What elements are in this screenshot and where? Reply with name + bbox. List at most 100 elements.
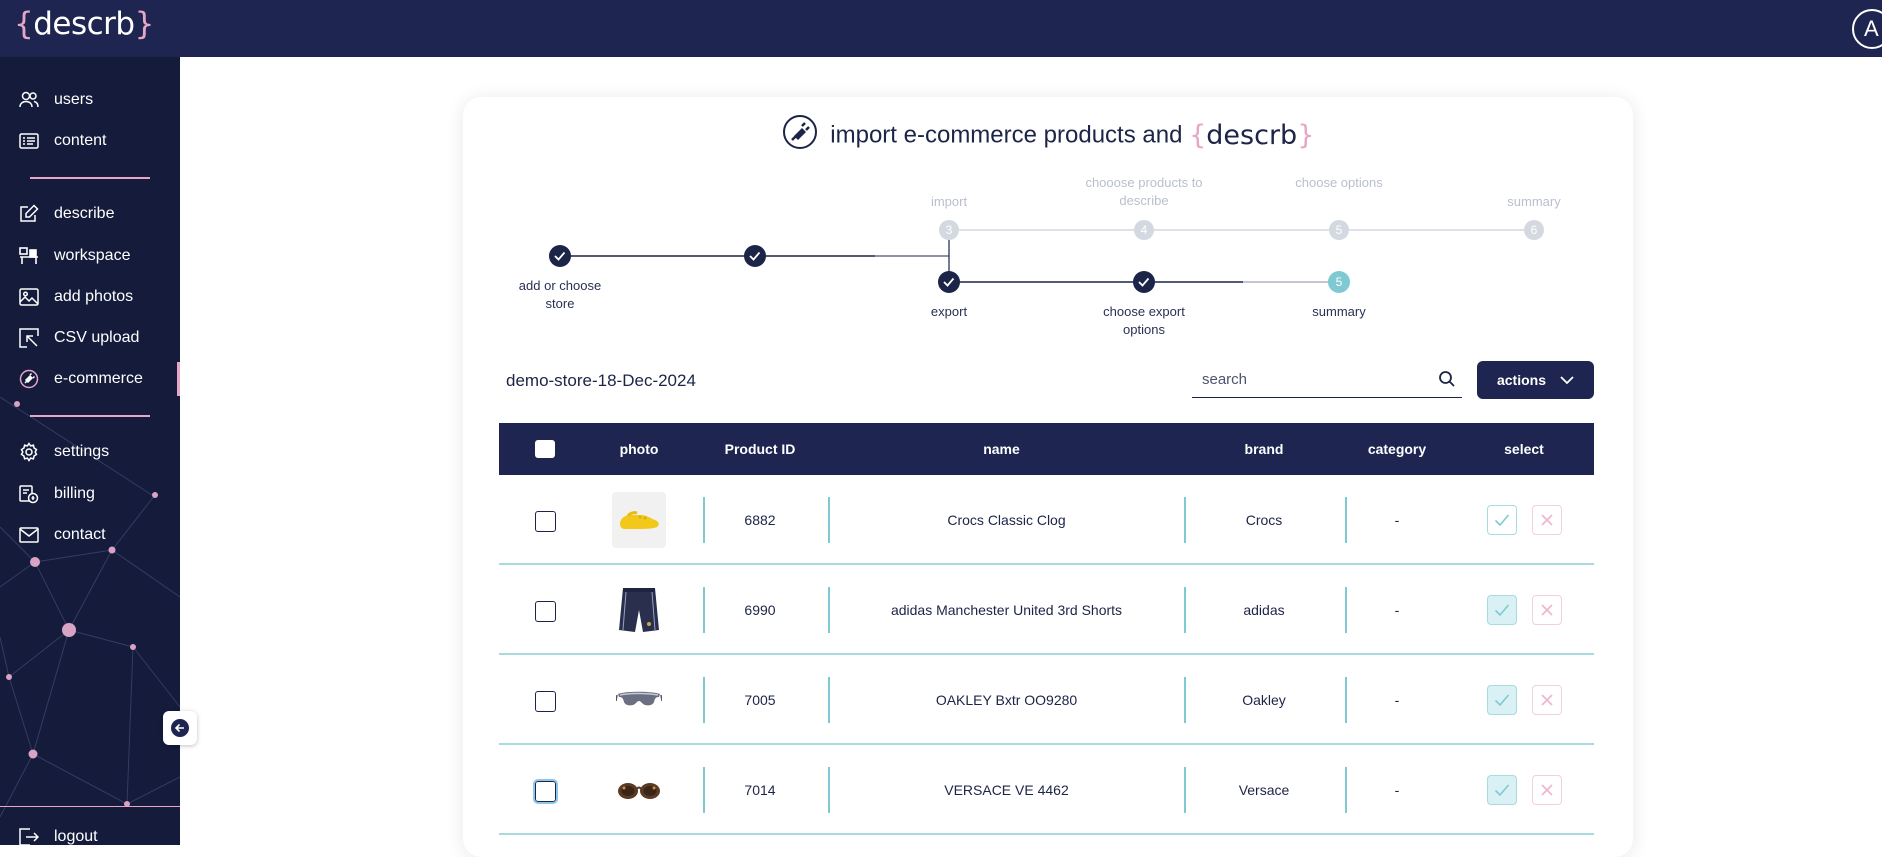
product-brand: Oakley — [1242, 692, 1286, 708]
product-brand: Crocs — [1245, 512, 1283, 528]
sidebar-item-label: describe — [54, 205, 115, 222]
workspace-icon — [18, 245, 40, 267]
sidebar-item-contact[interactable]: contact — [0, 518, 180, 552]
sidebar-item-label: contact — [54, 526, 106, 543]
plug-icon — [18, 368, 40, 390]
user-avatar[interactable]: A — [1852, 9, 1882, 49]
image-icon — [18, 286, 40, 308]
sidebar-item-e-commerce[interactable]: e-commerce — [0, 362, 180, 396]
sidebar-divider — [30, 177, 150, 179]
product-photo — [612, 762, 666, 818]
product-category: - — [1394, 692, 1400, 708]
top-bar: {descrb} A — [0, 0, 1882, 57]
actions-label: actions — [1496, 372, 1546, 388]
actions-dropdown-button[interactable]: actions — [1477, 361, 1594, 399]
product-category: - — [1394, 512, 1400, 528]
table-row[interactable]: 6882 Crocs Classic Clog Crocs - — [499, 475, 1594, 565]
collapse-sidebar-button[interactable] — [163, 711, 197, 745]
row-checkbox[interactable] — [533, 779, 558, 804]
close-icon — [1541, 514, 1553, 526]
gear-icon — [18, 441, 40, 463]
check-icon — [1494, 514, 1510, 527]
step-number: 5 — [1336, 223, 1343, 237]
product-id: 6990 — [744, 602, 776, 618]
row-checkbox[interactable] — [535, 601, 556, 622]
step-label: summary — [1507, 194, 1561, 209]
table-row[interactable]: 6990 adidas Manchester United 3rd Shorts… — [499, 565, 1594, 655]
step-label: choose export options — [1103, 304, 1185, 337]
sidebar-divider — [0, 806, 180, 807]
column-header-product-id: Product ID — [724, 441, 796, 457]
table-row[interactable]: 7005 OAKLEY Bxtr OO9280 Oakley - — [499, 655, 1594, 745]
sidebar-item-billing[interactable]: billing — [0, 477, 180, 511]
select-approve-button[interactable] — [1487, 505, 1517, 535]
step-label: summary — [1312, 304, 1366, 319]
content-list-icon — [18, 130, 40, 152]
select-approve-button[interactable] — [1487, 685, 1517, 715]
step-label: export — [930, 304, 968, 319]
chevron-down-icon — [1560, 375, 1574, 384]
column-header-brand: brand — [1244, 441, 1284, 457]
search-field — [1192, 364, 1462, 398]
import-card: import e-commerce products and {descrb} … — [463, 97, 1633, 857]
product-id: 7014 — [744, 782, 776, 798]
product-name: VERSACE VE 4462 — [944, 782, 1069, 798]
row-checkbox[interactable] — [535, 511, 556, 532]
sidebar-item-label: logout — [54, 828, 98, 845]
mail-icon — [18, 524, 40, 546]
sidebar-item-csv-upload[interactable]: CSV upload — [0, 321, 180, 355]
step-label: choose options — [1295, 175, 1383, 190]
sidebar-item-add-photos[interactable]: add photos — [0, 280, 180, 314]
column-header-name: name — [983, 441, 1020, 457]
product-photo — [612, 492, 666, 548]
product-photo — [612, 672, 666, 728]
step-label: add or choose store — [518, 278, 602, 311]
column-header-category: category — [1367, 441, 1427, 457]
csv-upload-icon — [18, 327, 40, 349]
product-brand: adidas — [1243, 602, 1285, 618]
sidebar-item-settings[interactable]: settings — [0, 435, 180, 469]
sidebar-item-describe[interactable]: describe — [0, 197, 180, 231]
sidebar-item-label: e-commerce — [54, 370, 143, 387]
product-id: 7005 — [744, 692, 776, 708]
select-reject-button[interactable] — [1532, 685, 1562, 715]
logout-icon — [18, 826, 40, 845]
sidebar: users content describe workspace add pho… — [0, 57, 180, 845]
edit-icon — [18, 203, 40, 225]
sidebar-item-users[interactable]: users — [0, 83, 180, 117]
table-row[interactable]: 7014 VERSACE VE 4462 Versace - — [499, 745, 1594, 835]
sidebar-item-label: add photos — [54, 288, 134, 305]
sidebar-item-workspace[interactable]: workspace — [0, 239, 180, 273]
column-header-select: select — [1504, 441, 1544, 457]
arrow-left-icon — [171, 719, 189, 737]
select-reject-button[interactable] — [1532, 775, 1562, 805]
search-input[interactable] — [1192, 364, 1422, 394]
select-reject-button[interactable] — [1532, 505, 1562, 535]
check-icon — [1494, 694, 1510, 707]
select-approve-button[interactable] — [1487, 775, 1517, 805]
close-icon — [1541, 694, 1553, 706]
row-checkbox[interactable] — [535, 691, 556, 712]
select-approve-button[interactable] — [1487, 595, 1517, 625]
product-category: - — [1394, 782, 1400, 798]
sidebar-divider — [30, 415, 150, 417]
product-name: Crocs Classic Clog — [947, 512, 1066, 528]
step-number: 4 — [1141, 223, 1148, 237]
app-logo[interactable]: {descrb} — [14, 6, 154, 42]
table-header: photo Product ID name brand category sel… — [499, 423, 1594, 475]
step-label: chooose products to describe — [1085, 175, 1203, 208]
users-icon — [18, 89, 40, 111]
sidebar-item-logout[interactable]: logout — [0, 820, 180, 845]
sidebar-item-label: users — [54, 91, 94, 108]
select-reject-button[interactable] — [1532, 595, 1562, 625]
product-name: adidas Manchester United 3rd Shorts — [890, 602, 1123, 618]
check-icon — [1494, 604, 1510, 617]
column-header-photo: photo — [619, 441, 659, 457]
step-label: import — [930, 194, 968, 209]
select-all-checkbox[interactable] — [535, 440, 555, 458]
sidebar-item-content[interactable]: content — [0, 124, 180, 158]
search-icon[interactable] — [1438, 370, 1456, 393]
check-icon — [1494, 784, 1510, 797]
close-icon — [1541, 784, 1553, 796]
step-number: 5 — [1336, 275, 1343, 289]
